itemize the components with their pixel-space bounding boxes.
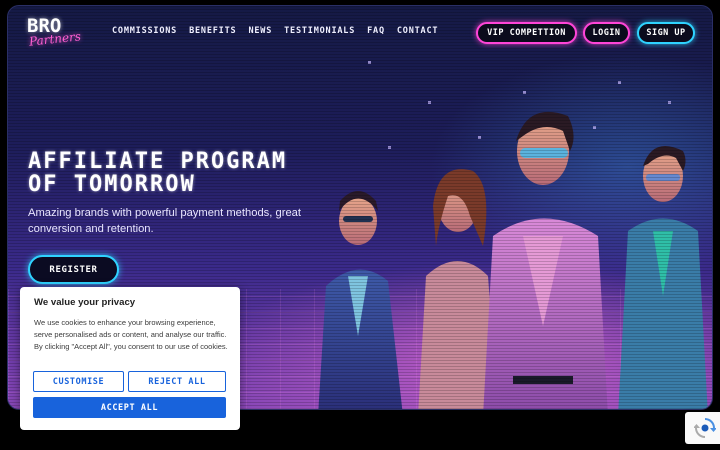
cookie-description: We use cookies to enhance your browsing … [34,318,228,351]
hero-subtitle: Amazing brands with powerful payment met… [28,207,301,235]
hero-title-line1: AFFILIATE PROGRAM [28,149,288,174]
nav-faq[interactable]: FAQ [367,26,385,36]
nav-benefits[interactable]: BENEFITS [189,26,236,36]
signup-button[interactable]: SIGN UP [637,22,695,44]
recaptcha-badge[interactable] [685,412,720,444]
register-button[interactable]: REGISTER [28,255,119,284]
nav-contact[interactable]: CONTACT [397,26,438,36]
nav-news[interactable]: NEWS [248,26,272,36]
retro-group-illustration [318,111,708,409]
hero-title: AFFILIATE PROGRAM OF TOMORROW [28,150,287,196]
bro-partners-logo[interactable]: BRO Partners [27,15,83,49]
cookie-customise-button[interactable]: CUSTOMISE [33,371,124,392]
main-nav: COMMISSIONS BENEFITS NEWS TESTIMONIALS F… [112,26,438,36]
login-button[interactable]: LOGIN [583,22,630,44]
vip-competition-button[interactable]: VIP COMPETTION [476,22,577,44]
nav-testimonials[interactable]: TESTIMONIALS [284,26,355,36]
nav-commissions[interactable]: COMMISSIONS [112,26,177,36]
cookie-consent-banner: We value your privacy We use cookies to … [20,287,240,430]
cookie-reject-all-button[interactable]: REJECT ALL [128,371,226,392]
cookie-title: We value your privacy [34,297,136,308]
cookie-accept-all-button[interactable]: ACCEPT ALL [33,397,226,418]
recaptcha-icon [694,418,716,438]
hero-title-line2: OF TOMORROW [28,172,196,197]
